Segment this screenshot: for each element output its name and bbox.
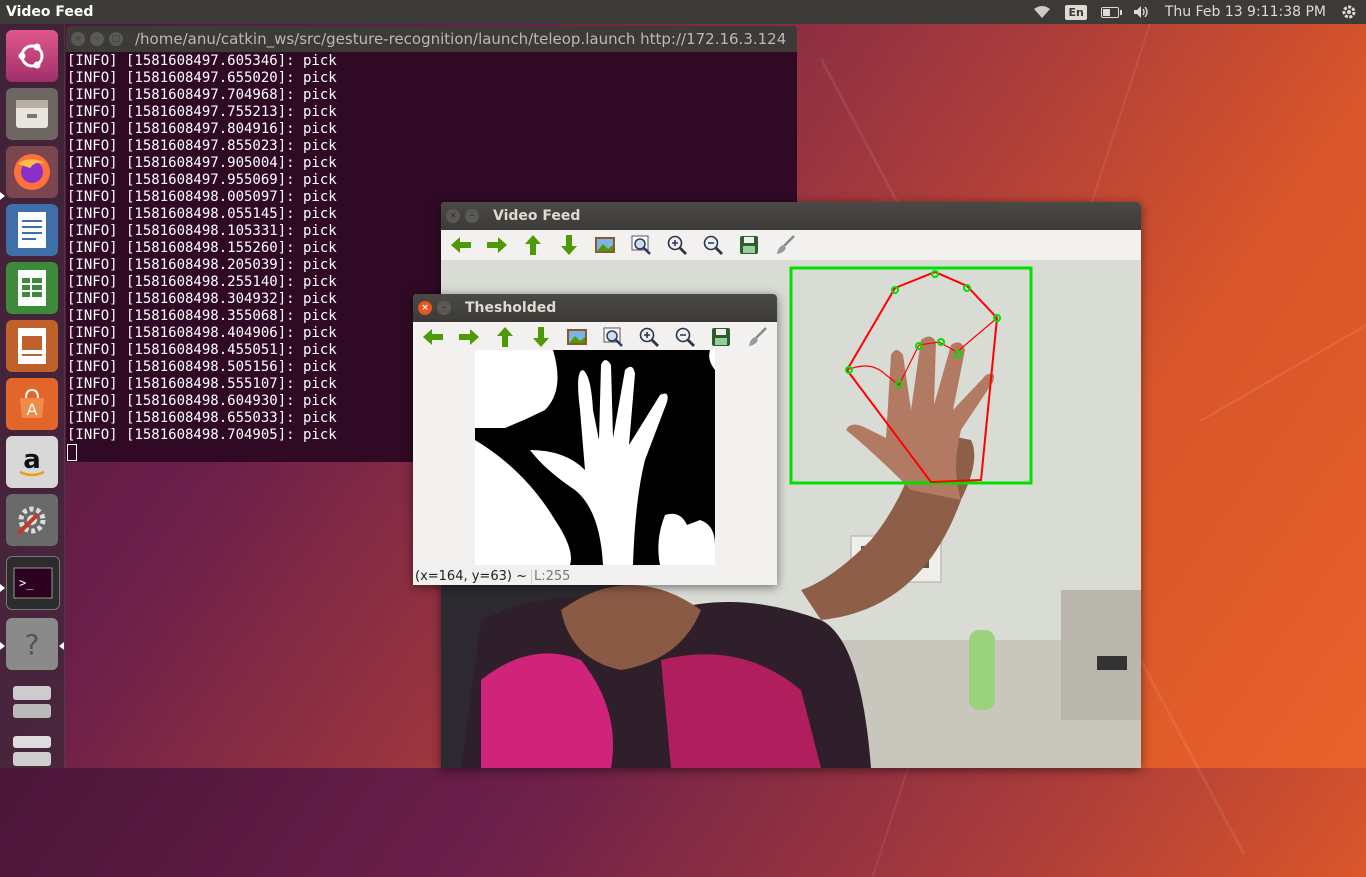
minimize-icon[interactable]: – bbox=[465, 209, 479, 223]
wifi-icon[interactable] bbox=[1033, 5, 1051, 19]
zoom-out-icon[interactable] bbox=[701, 233, 725, 257]
svg-text:>_: >_ bbox=[19, 576, 34, 590]
keyboard-language-indicator[interactable]: En bbox=[1065, 4, 1087, 20]
close-icon[interactable]: × bbox=[71, 32, 85, 46]
terminal-line: [INFO] [1581608497.655020]: pick bbox=[67, 70, 337, 86]
svg-text:A: A bbox=[27, 400, 38, 419]
terminal-icon[interactable]: >_ bbox=[6, 556, 60, 610]
minimize-icon[interactable]: – bbox=[90, 32, 104, 46]
pixel-luminance-readout: L:255 bbox=[530, 568, 570, 584]
close-icon[interactable]: × bbox=[446, 209, 460, 223]
volume-icon[interactable] bbox=[1133, 5, 1151, 19]
video-feed-titlebar[interactable]: × – Video Feed bbox=[441, 202, 1141, 230]
terminal-line: [INFO] [1581608497.605346]: pick bbox=[67, 53, 337, 69]
help-icon[interactable]: ? bbox=[6, 618, 58, 670]
terminal-line: [INFO] [1581608497.955069]: pick bbox=[67, 172, 337, 188]
window-title: Thesholded bbox=[465, 300, 557, 316]
workspaces-icon[interactable] bbox=[6, 676, 58, 728]
close-icon[interactable]: × bbox=[418, 301, 432, 315]
indicator-area: En Thu Feb 13 9:11:38 PM bbox=[1033, 0, 1358, 24]
arrow-left-icon[interactable] bbox=[449, 233, 473, 257]
active-app-title: Video Feed bbox=[6, 4, 94, 20]
window-title: Video Feed bbox=[493, 208, 581, 224]
save-icon[interactable] bbox=[709, 325, 733, 349]
arrow-up-icon[interactable] bbox=[493, 325, 517, 349]
terminal-title: /home/anu/catkin_ws/src/gesture-recognit… bbox=[135, 30, 787, 48]
top-panel: Video Feed En Thu Feb 13 9:11:38 PM bbox=[0, 0, 1366, 24]
battery-icon[interactable] bbox=[1100, 5, 1122, 19]
arrow-down-icon[interactable] bbox=[557, 233, 581, 257]
terminal-line: [INFO] [1581608497.704968]: pick bbox=[67, 87, 337, 103]
status-bar: (x=164, y=63) ~ L:255 bbox=[413, 567, 777, 585]
terminal-line: [INFO] [1581608497.755213]: pick bbox=[67, 104, 337, 120]
maximize-icon[interactable]: □ bbox=[109, 32, 123, 46]
terminal-line: [INFO] [1581608497.905004]: pick bbox=[67, 155, 337, 171]
properties-icon[interactable] bbox=[745, 325, 769, 349]
thresholded-toolbar bbox=[413, 322, 777, 352]
software-center-icon[interactable]: A bbox=[6, 378, 58, 430]
zoom-out-icon[interactable] bbox=[673, 325, 697, 349]
arrow-up-icon[interactable] bbox=[521, 233, 545, 257]
focused-indicator bbox=[59, 642, 64, 650]
amazon-icon[interactable]: a bbox=[6, 436, 58, 488]
terminal-titlebar[interactable]: × – □ /home/anu/catkin_ws/src/gesture-re… bbox=[66, 26, 797, 52]
running-indicator bbox=[0, 584, 5, 592]
svg-text:?: ? bbox=[25, 628, 40, 661]
libreoffice-impress-icon[interactable] bbox=[6, 320, 58, 372]
arrow-right-icon[interactable] bbox=[457, 325, 481, 349]
launcher: A a >_ ? bbox=[0, 24, 65, 768]
libreoffice-writer-icon[interactable] bbox=[6, 204, 58, 256]
running-indicator bbox=[0, 192, 5, 200]
terminal-line: [INFO] [1581608497.855023]: pick bbox=[67, 138, 337, 154]
gear-icon[interactable] bbox=[1340, 5, 1358, 19]
zoom-in-icon[interactable] bbox=[637, 325, 661, 349]
svg-text:a: a bbox=[23, 445, 41, 475]
minimize-icon[interactable]: – bbox=[437, 301, 451, 315]
save-icon[interactable] bbox=[737, 233, 761, 257]
thresholded-titlebar[interactable]: × – Thesholded bbox=[413, 294, 777, 322]
firefox-icon[interactable] bbox=[6, 146, 58, 198]
libreoffice-calc-icon[interactable] bbox=[6, 262, 58, 314]
arrow-left-icon[interactable] bbox=[421, 325, 445, 349]
ubuntu-logo-icon[interactable] bbox=[6, 30, 58, 82]
zoom-fit-icon[interactable] bbox=[629, 233, 653, 257]
files-icon[interactable] bbox=[6, 88, 58, 140]
properties-icon[interactable] bbox=[773, 233, 797, 257]
zoom-fit-icon[interactable] bbox=[601, 325, 625, 349]
terminal-line: [INFO] [1581608497.804916]: pick bbox=[67, 121, 337, 137]
cursor-position-readout: (x=164, y=63) ~ bbox=[415, 568, 527, 584]
arrow-right-icon[interactable] bbox=[485, 233, 509, 257]
zoom-in-icon[interactable] bbox=[665, 233, 689, 257]
system-settings-icon[interactable] bbox=[6, 494, 58, 546]
image-icon[interactable] bbox=[565, 325, 589, 349]
trash-icon[interactable] bbox=[6, 724, 58, 776]
image-icon[interactable] bbox=[593, 233, 617, 257]
video-feed-toolbar bbox=[441, 230, 1141, 260]
thresholded-window[interactable]: × – Thesholded (x=164, y=63) ~ L:255 bbox=[413, 294, 777, 585]
running-indicator bbox=[0, 642, 5, 650]
clock[interactable]: Thu Feb 13 9:11:38 PM bbox=[1165, 4, 1326, 20]
arrow-down-icon[interactable] bbox=[529, 325, 553, 349]
thresholded-image[interactable] bbox=[475, 350, 715, 565]
